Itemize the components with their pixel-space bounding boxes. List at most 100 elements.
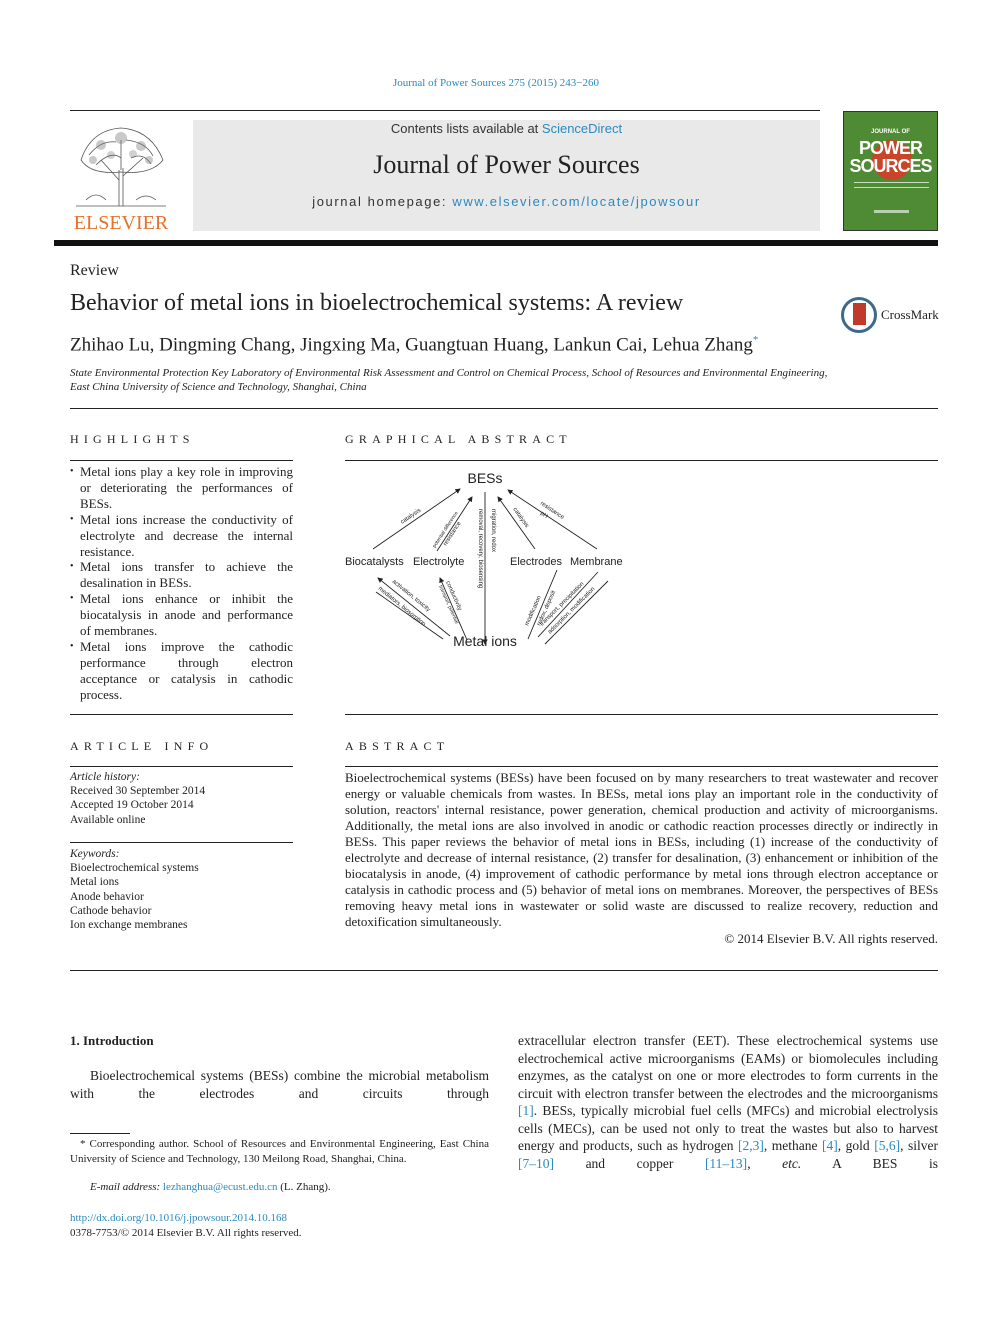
citation-link[interactable]: [5,6] xyxy=(874,1138,900,1153)
highlight-item: Metal ions enhance or inhibit the biocat… xyxy=(70,591,293,639)
citation-link[interactable]: [4] xyxy=(822,1138,838,1153)
journal-masthead: Contents lists available at ScienceDirec… xyxy=(193,120,820,231)
issn-copyright: 0378-7753/© 2014 Elsevier B.V. All right… xyxy=(70,1227,302,1239)
keywords-label: Keywords: xyxy=(70,848,120,860)
doi-block: http://dx.doi.org/10.1016/j.jpowsour.201… xyxy=(70,1211,302,1241)
crossmark-icon xyxy=(841,297,877,333)
node-membrane: Membrane xyxy=(570,556,623,568)
author-list: Zhihao Lu, Dingming Chang, Jingxing Ma, … xyxy=(70,334,758,356)
intro-column-2: extracellular electron transfer (EET). T… xyxy=(518,1032,938,1172)
email-suffix: (L. Zhang). xyxy=(277,1181,331,1193)
keywords: Keywords: Bioelectrochemical systems Met… xyxy=(70,847,199,932)
corresponding-author-mark[interactable]: * xyxy=(753,334,759,346)
citation-link[interactable]: [11–13] xyxy=(705,1156,747,1171)
edge-label: activation, toxicity xyxy=(391,579,431,613)
cover-title: POWER SOURCES xyxy=(844,139,937,175)
crossmark-button[interactable]: CrossMark xyxy=(841,297,939,333)
cover-footer xyxy=(874,210,909,213)
highlight-item: Metal ions increase the conductivity of … xyxy=(70,512,293,560)
body-text: A BES is xyxy=(801,1155,938,1171)
cover-sources: SOURCES xyxy=(849,156,932,176)
keyword: Cathode behavior xyxy=(70,904,152,917)
elsevier-logo[interactable]: ELSEVIER xyxy=(70,120,172,234)
body-text: , gold xyxy=(837,1138,875,1153)
cover-power: POWER xyxy=(858,138,923,158)
history-online: Available online xyxy=(70,813,146,826)
intro-paragraph: Bioelectrochemical systems (BESs) combin… xyxy=(70,1068,489,1101)
corresponding-author-footnote: * Corresponding author. School of Resour… xyxy=(70,1137,489,1166)
history-label: Article history: xyxy=(70,771,140,783)
divider xyxy=(345,766,938,767)
divider xyxy=(70,766,293,767)
node-electrolyte: Electrolyte xyxy=(413,556,464,568)
divider xyxy=(70,970,938,971)
node-metal-ions: Metal ions xyxy=(453,633,517,649)
contents-line: Contents lists available at ScienceDirec… xyxy=(193,121,820,136)
edge-label: catalysis xyxy=(511,507,529,529)
keyword: Ion exchange membranes xyxy=(70,919,188,932)
doi-link[interactable]: http://dx.doi.org/10.1016/j.jpowsour.201… xyxy=(70,1211,302,1226)
graphical-abstract-heading: GRAPHICAL ABSTRACT xyxy=(345,432,572,446)
divider xyxy=(70,842,293,843)
divider xyxy=(70,460,293,461)
divider xyxy=(345,714,938,715)
history-received: Received 30 September 2014 xyxy=(70,785,206,798)
homepage-line: journal homepage: www.elsevier.com/locat… xyxy=(193,194,820,209)
section-heading-introduction: 1. Introduction xyxy=(70,1033,154,1048)
authors-text: Zhihao Lu, Dingming Chang, Jingxing Ma, … xyxy=(70,334,753,356)
cover-journal-of: JOURNAL OF xyxy=(871,129,910,135)
header-thick-rule xyxy=(54,240,938,246)
abstract-copyright: © 2014 Elsevier B.V. All rights reserved… xyxy=(724,931,938,946)
affiliation: State Environmental Protection Key Labor… xyxy=(70,367,828,393)
article-title: Behavior of metal ions in bioelectrochem… xyxy=(70,290,684,316)
cover-subtitle xyxy=(854,182,929,188)
contents-prefix: Contents lists available at xyxy=(390,121,542,136)
keyword: Bioelectrochemical systems xyxy=(70,862,199,875)
arrow-electrodes-to-bes xyxy=(497,496,536,550)
running-head-citation[interactable]: Journal of Power Sources 275 (2015) 243−… xyxy=(0,77,992,89)
elsevier-wordmark: ELSEVIER xyxy=(73,212,169,234)
edge-label: pH xyxy=(539,511,549,520)
graphical-abstract-diagram[interactable]: BESs Metal ions Biocatalysts Electrolyte… xyxy=(340,464,640,660)
highlight-item: Metal ions play a key role in improving … xyxy=(70,464,293,512)
body-text: , methane xyxy=(763,1138,823,1153)
highlight-item: Metal ions improve the cathodic performa… xyxy=(70,639,293,703)
abstract-heading: ABSTRACT xyxy=(345,739,450,753)
edge-label: migration, redox xyxy=(490,509,496,552)
email-label: E-mail address: xyxy=(90,1181,161,1193)
highlights-heading: HIGHLIGHTS xyxy=(70,432,195,446)
abstract-text: Bioelectrochemical systems (BESs) have b… xyxy=(345,770,938,929)
article-history: Article history: Received 30 September 2… xyxy=(70,770,205,827)
body-text: and copper xyxy=(554,1155,705,1171)
homepage-prefix: journal homepage: xyxy=(312,194,453,209)
journal-cover-image[interactable]: JOURNAL OF POWER SOURCES xyxy=(843,111,938,231)
body-text: , xyxy=(747,1155,783,1171)
divider xyxy=(70,408,938,409)
sciencedirect-link[interactable]: ScienceDirect xyxy=(542,121,622,136)
email-footnote: E-mail address: lezhanghua@ecust.edu.cn … xyxy=(90,1181,331,1193)
elsevier-tree-icon xyxy=(71,120,171,208)
node-bess: BESs xyxy=(467,470,502,486)
history-accepted: Accepted 19 October 2014 xyxy=(70,799,194,812)
divider xyxy=(345,460,938,461)
node-biocatalysts: Biocatalysts xyxy=(345,556,404,568)
citation-link[interactable]: [2,3] xyxy=(738,1138,764,1153)
homepage-link[interactable]: www.elsevier.com/locate/jpowsour xyxy=(452,194,700,209)
node-electrodes: Electrodes xyxy=(510,556,562,568)
article-info-heading: ARTICLE INFO xyxy=(70,739,214,753)
body-text: extracellular electron transfer (EET). T… xyxy=(518,1033,938,1101)
keyword: Anode behavior xyxy=(70,890,144,903)
crossmark-label: CrossMark xyxy=(881,307,939,322)
footnote-text: * Corresponding author. School of Resour… xyxy=(70,1138,489,1165)
article-type: Review xyxy=(70,262,119,279)
journal-title: Journal of Power Sources xyxy=(373,150,640,179)
edge-label: removal, recovery, biosensing xyxy=(477,509,483,588)
highlight-item: Metal ions transfer to achieve the desal… xyxy=(70,559,293,591)
italic-text: etc. xyxy=(782,1155,802,1171)
email-link[interactable]: lezhanghua@ecust.edu.cn xyxy=(163,1181,278,1193)
body-text: , silver xyxy=(900,1138,938,1153)
citation-link[interactable]: [7–10] xyxy=(518,1156,554,1171)
divider xyxy=(70,110,820,111)
citation-link[interactable]: [1] xyxy=(518,1103,534,1118)
divider xyxy=(70,714,293,715)
